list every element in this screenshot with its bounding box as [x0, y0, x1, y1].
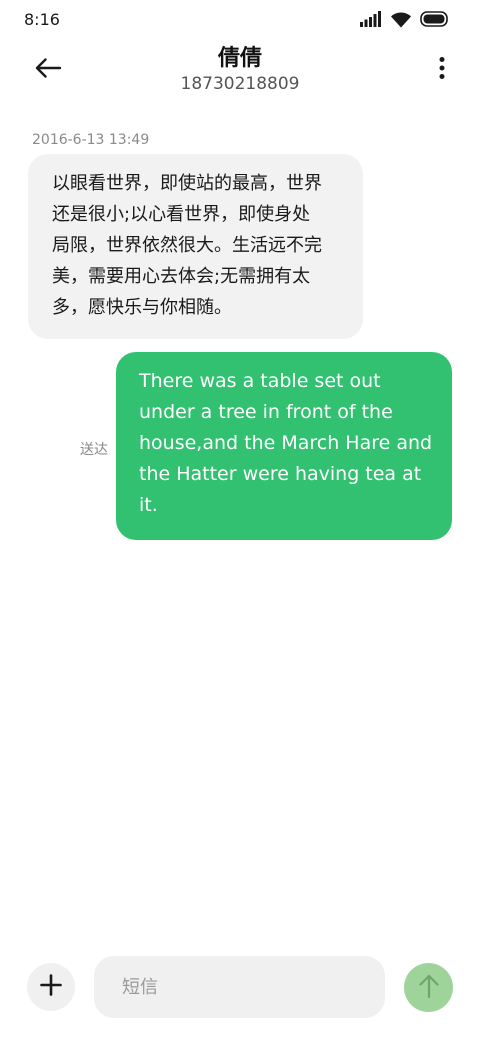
message-line: 还是很小;以心看世界，即使身处: [52, 204, 311, 225]
contact-number: 18730218809: [180, 74, 300, 94]
contact-name: 倩倩: [217, 46, 262, 71]
status-bar: 8:16: [0, 0, 480, 42]
status-icons: [360, 10, 450, 32]
message-line: under a tree in front of the: [139, 401, 393, 423]
incoming-message-bubble[interactable]: 以眼看世界，即使站的最高，世界 还是很小;以心看世界，即使身处 局限，世界依然很…: [28, 154, 363, 339]
signal-icon: [360, 11, 382, 31]
status-time: 8:16: [24, 10, 60, 29]
message-line: 美，需要用心去体会;无需拥有太: [52, 266, 311, 287]
delivery-status: 送达: [80, 442, 108, 458]
message-line: 局限，世界依然很大。生活远不完: [52, 235, 322, 256]
plus-icon: [40, 974, 62, 1000]
message-line: it.: [139, 494, 158, 516]
wifi-icon: [390, 11, 412, 32]
send-button[interactable]: [404, 963, 453, 1012]
conversation-header: 倩倩 18730218809: [0, 40, 480, 100]
more-options-button[interactable]: [430, 54, 454, 86]
message-line: the Hatter were having tea at: [139, 463, 422, 485]
message-line: 多，愿快乐与你相随。: [52, 297, 232, 318]
message-input[interactable]: [94, 956, 385, 1018]
message-timestamp: 2016-6-13 13:49: [32, 132, 150, 148]
message-line: There was a table set out: [139, 370, 381, 392]
more-vertical-icon: [439, 56, 445, 84]
outgoing-message-bubble[interactable]: There was a table set out under a tree i…: [116, 352, 452, 540]
arrow-up-icon: [418, 973, 440, 1003]
message-line: house,and the March Hare and: [139, 432, 433, 454]
add-attachment-button[interactable]: [27, 963, 75, 1011]
battery-icon: [420, 11, 450, 31]
message-line: 以眼看世界，即使站的最高，世界: [52, 173, 322, 194]
